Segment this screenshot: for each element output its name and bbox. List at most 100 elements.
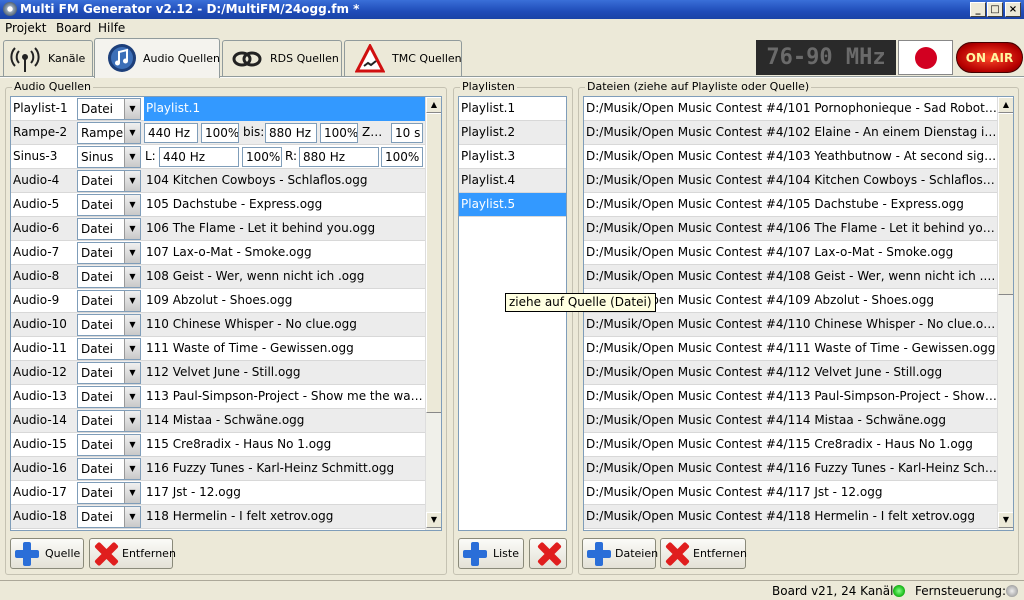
minimize-button[interactable]: _	[970, 2, 986, 17]
menu-hilfe[interactable]: Hilfe	[98, 21, 125, 35]
ramp-p2-field[interactable]: 100%	[320, 123, 358, 143]
source-type-select[interactable]: Datei ▼	[77, 410, 141, 432]
chevron-down-icon[interactable]: ▼	[124, 267, 140, 287]
source-type-select[interactable]: Datei ▼	[77, 506, 141, 528]
file-item[interactable]: D:/Musik/Open Music Contest #4/105 Dachs…	[584, 193, 997, 217]
scroll-down-icon[interactable]: ▼	[998, 512, 1013, 528]
playlist-item[interactable]: Playlist.3	[459, 145, 566, 169]
sine-pl-field[interactable]: 100%	[242, 147, 282, 167]
file-item[interactable]: D:/Musik/Open Music Contest #4/113 Paul-…	[584, 385, 997, 409]
chevron-down-icon[interactable]: ▼	[124, 315, 140, 335]
file-item[interactable]: D:/Musik/Open Music Contest #4/114 Mista…	[584, 409, 997, 433]
chevron-down-icon[interactable]: ▼	[124, 411, 140, 431]
table-row[interactable]: Audio-11 Datei ▼ 111 Waste of Time - Gewiss…	[11, 337, 425, 361]
add-files-button[interactable]: Dateien	[582, 538, 658, 569]
file-item[interactable]: D:/Musik/Open Music Contest #4/110 Chine…	[584, 313, 997, 337]
ramp-t-field[interactable]: 10 s	[391, 123, 423, 143]
file-item[interactable]: D:/Musik/Open Music Contest #4/115 Cre8r…	[584, 433, 997, 457]
source-value[interactable]: 117 Jst - 12.ogg	[144, 481, 425, 505]
chevron-down-icon[interactable]: ▼	[124, 99, 140, 119]
file-item[interactable]: D:/Musik/Open Music Contest #4/111 Waste…	[584, 337, 997, 361]
table-row[interactable]: Audio-16 Datei ▼ 116 Fuzzy Tunes - Karl-Hei…	[11, 457, 425, 481]
source-type-select[interactable]: Datei ▼	[77, 170, 141, 192]
maximize-button[interactable]: □	[987, 2, 1003, 17]
scroll-up-icon[interactable]: ▲	[998, 97, 1013, 113]
ramp-f2-field[interactable]: 880 Hz	[265, 123, 317, 143]
source-type-select[interactable]: Datei ▼	[77, 218, 141, 240]
chevron-down-icon[interactable]: ▼	[124, 387, 140, 407]
ramp-p1-field[interactable]: 100%	[201, 123, 239, 143]
file-item[interactable]: D:/Musik/Open Music Contest #4/107 Lax-o…	[584, 241, 997, 265]
close-button[interactable]: ×	[1005, 2, 1021, 17]
table-row[interactable]: Audio-6 Datei ▼ 106 The Flame - Let it behi…	[11, 217, 425, 241]
chevron-down-icon[interactable]: ▼	[124, 123, 140, 143]
tab-kanaele[interactable]: Kanäle	[3, 40, 93, 76]
source-value[interactable]: Playlist.1	[144, 97, 425, 121]
file-item[interactable]: D:/Musik/Open Music Contest #4/106 The F…	[584, 217, 997, 241]
table-row[interactable]: Audio-10 Datei ▼ 110 Chinese Whisper - No c…	[11, 313, 425, 337]
table-row[interactable]: Audio-13 Datei ▼ 113 Paul-Simpson-Project -…	[11, 385, 425, 409]
scroll-thumb[interactable]	[998, 113, 1013, 295]
menu-board[interactable]: Board	[56, 21, 91, 35]
file-item[interactable]: D:/Musik/Open Music Contest #4/118 Herme…	[584, 505, 997, 529]
add-playlist-button[interactable]: Liste	[458, 538, 524, 569]
file-item[interactable]: D:/Musik/Open Music Contest #4/116 Fuzzy…	[584, 457, 997, 481]
table-row[interactable]: Audio-17 Datei ▼ 117 Jst - 12.ogg	[11, 481, 425, 505]
scroll-up-icon[interactable]: ▲	[426, 97, 441, 113]
scroll-thumb[interactable]	[426, 113, 441, 413]
tab-rds-quellen[interactable]: RDS Quellen	[222, 40, 342, 76]
chevron-down-icon[interactable]: ▼	[124, 435, 140, 455]
source-value[interactable]: 111 Waste of Time - Gewissen.ogg	[144, 337, 425, 361]
audio-sources-table[interactable]: Playlist-1 Datei ▼ Playlist.1 Rampe-2 Rampe ▼ 4…	[10, 96, 442, 531]
tab-tmc-quellen[interactable]: TMC Quellen	[344, 40, 462, 76]
source-type-select[interactable]: Datei ▼	[77, 338, 141, 360]
sine-pr-field[interactable]: 100%	[381, 147, 423, 167]
playlist-item[interactable]: Playlist.1	[459, 97, 566, 121]
table-row[interactable]: Audio-8 Datei ▼ 108 Geist - Wer, wenn nicht…	[11, 265, 425, 289]
chevron-down-icon[interactable]: ▼	[124, 339, 140, 359]
source-type-select[interactable]: Datei ▼	[77, 386, 141, 408]
source-type-select[interactable]: Datei ▼	[77, 362, 141, 384]
files-list[interactable]: D:/Musik/Open Music Contest #4/101 Porno…	[583, 96, 1014, 531]
source-type-select[interactable]: Datei ▼	[77, 194, 141, 216]
chevron-down-icon[interactable]: ▼	[124, 363, 140, 383]
table-row[interactable]: Audio-15 Datei ▼ 115 Cre8radix - Haus No 1.…	[11, 433, 425, 457]
chevron-down-icon[interactable]: ▼	[124, 483, 140, 503]
source-type-select[interactable]: Datei ▼	[77, 290, 141, 312]
chevron-down-icon[interactable]: ▼	[124, 507, 140, 527]
file-item[interactable]: D:/Musik/Open Music Contest #4/112 Velve…	[584, 361, 997, 385]
vertical-scrollbar[interactable]: ▲ ▼	[997, 97, 1013, 530]
file-item[interactable]: D:/Musik/Open Music Contest #4/103 Yeath…	[584, 145, 997, 169]
table-row[interactable]: Audio-18 Datei ▼ 118 Hermelin - I felt xetr…	[11, 505, 425, 529]
chevron-down-icon[interactable]: ▼	[124, 243, 140, 263]
table-row[interactable]: Sinus-3 Sinus ▼ L: 440 Hz 100% R: 880 Hz 100%	[11, 145, 425, 169]
file-item[interactable]: D:/Musik/Open Music Contest #4/117 Jst -…	[584, 481, 997, 505]
source-value[interactable]: 108 Geist - Wer, wenn nicht ich .ogg	[144, 265, 425, 289]
source-type-select[interactable]: Datei ▼	[77, 98, 141, 120]
source-value[interactable]: 112 Velvet June - Still.ogg	[144, 361, 425, 385]
file-item[interactable]: D:/Musik/Open Music Contest #4/101 Porno…	[584, 97, 997, 121]
chevron-down-icon[interactable]: ▼	[124, 219, 140, 239]
on-air-button[interactable]: ON AIR	[956, 42, 1023, 73]
add-source-button[interactable]: Quelle	[10, 538, 84, 569]
playlists-list[interactable]: Playlist.1 Playlist.2 Playlist.3 Playlist.4…	[458, 96, 567, 531]
menu-projekt[interactable]: Projekt	[5, 21, 46, 35]
chevron-down-icon[interactable]: ▼	[124, 195, 140, 215]
source-type-select[interactable]: Rampe ▼	[77, 122, 141, 144]
file-item[interactable]: D:/Musik/Open Music Contest #4/102 Elain…	[584, 121, 997, 145]
vertical-scrollbar[interactable]: ▲ ▼	[425, 97, 441, 530]
sine-fr-field[interactable]: 880 Hz	[299, 147, 379, 167]
source-type-select[interactable]: Sinus ▼	[77, 146, 141, 168]
chevron-down-icon[interactable]: ▼	[124, 171, 140, 191]
file-item[interactable]: D:/Musik/Open Music Contest #4/104 Kitch…	[584, 169, 997, 193]
chevron-down-icon[interactable]: ▼	[124, 291, 140, 311]
table-row[interactable]: Audio-7 Datei ▼ 107 Lax-o-Mat - Smoke.ogg	[11, 241, 425, 265]
source-value[interactable]: 114 Mistaa - Schwäne.ogg	[144, 409, 425, 433]
table-row[interactable]: Playlist-1 Datei ▼ Playlist.1	[11, 97, 425, 121]
table-row[interactable]: Audio-5 Datei ▼ 105 Dachstube - Express.ogg	[11, 193, 425, 217]
source-value[interactable]: 115 Cre8radix - Haus No 1.ogg	[144, 433, 425, 457]
playlist-item[interactable]: Playlist.5	[459, 193, 566, 217]
playlist-item[interactable]: Playlist.4	[459, 169, 566, 193]
source-value[interactable]: 105 Dachstube - Express.ogg	[144, 193, 425, 217]
source-value[interactable]: 107 Lax-o-Mat - Smoke.ogg	[144, 241, 425, 265]
